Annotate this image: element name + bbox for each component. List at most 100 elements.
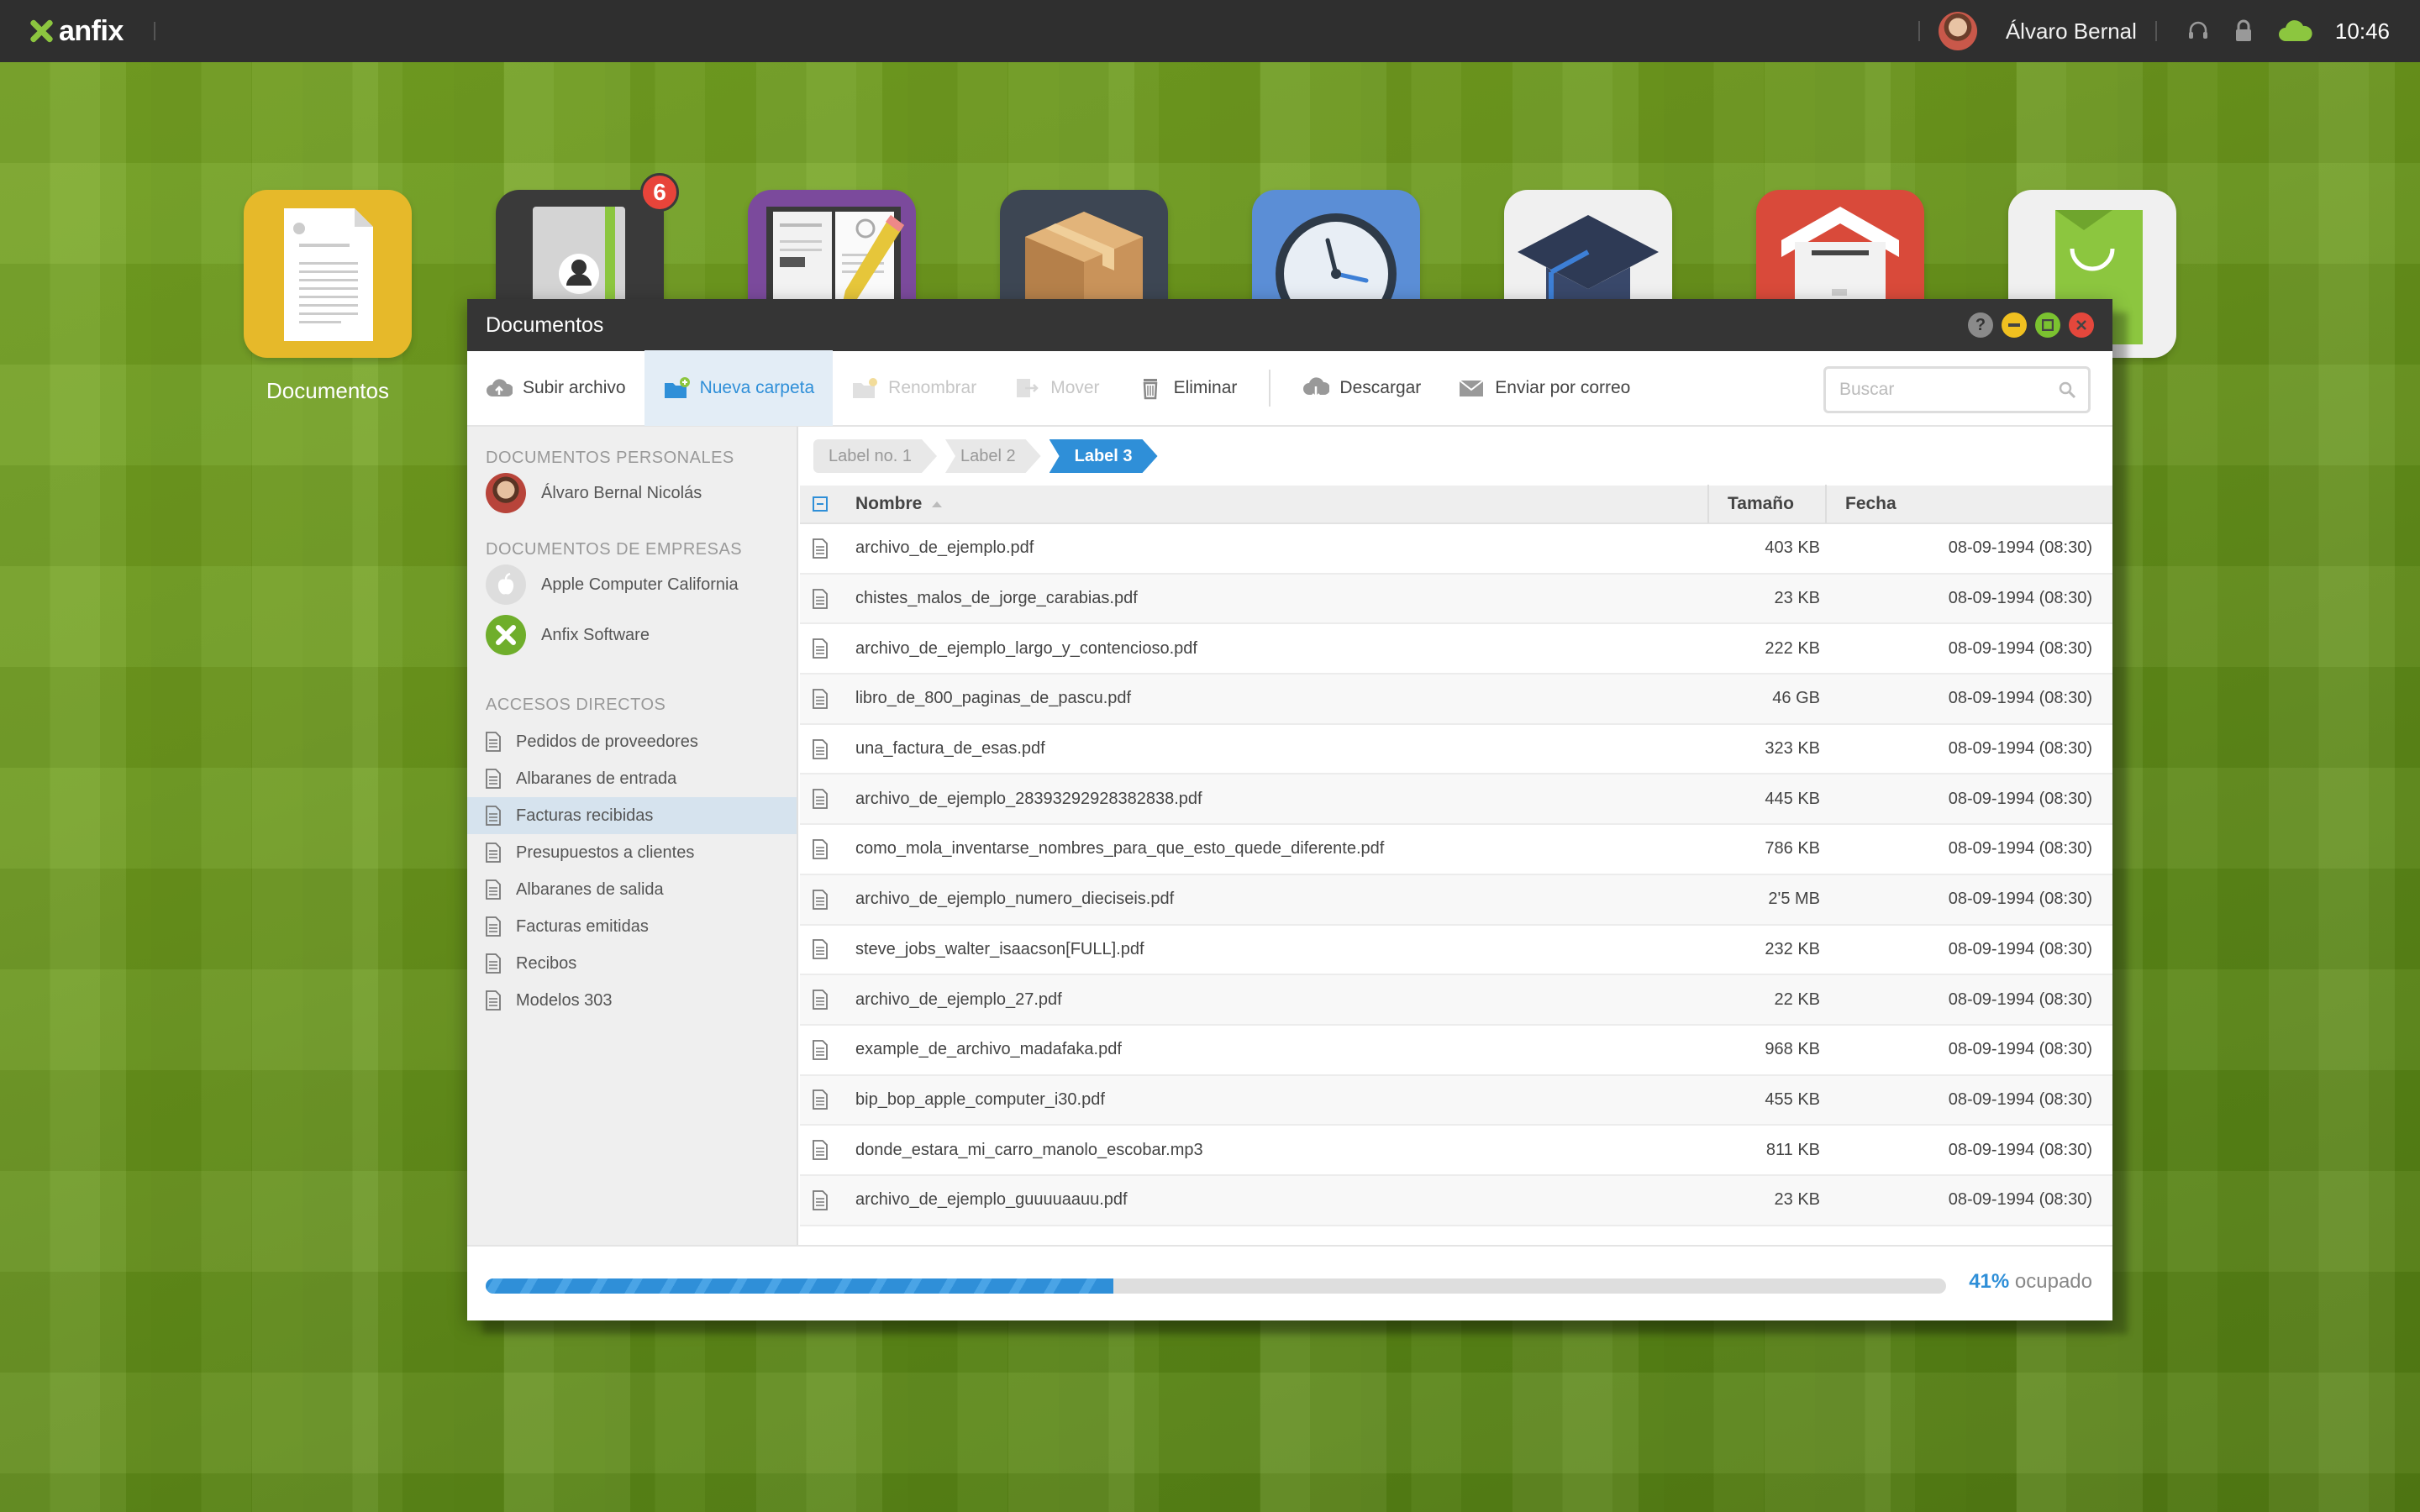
sidebar-item-apple[interactable]: Apple Computer California [467, 559, 797, 610]
help-button[interactable]: ? [1968, 312, 1993, 338]
table-row[interactable]: example_de_archivo_madafaka.pdf 968 KB 08-… [800, 1026, 2112, 1076]
document-icon [486, 806, 501, 826]
file-name[interactable]: archivo_de_ejemplo.pdf [840, 538, 1709, 558]
row-icon [800, 1140, 840, 1160]
row-icon [800, 638, 840, 659]
rename-button[interactable]: Renombrar [833, 350, 995, 426]
row-icon [800, 990, 840, 1010]
file-icon [813, 990, 828, 1010]
sidebar-item-personal-user[interactable]: Álvaro Bernal Nicolás [467, 468, 797, 518]
window-titlebar[interactable]: Documentos ? [467, 299, 2112, 351]
sidebar-item-shortcut[interactable]: Facturas emitidas [467, 908, 797, 945]
anfix-logo[interactable]: anfix [29, 15, 124, 48]
file-date: 08-09-1994 (08:30) [1948, 1040, 2092, 1059]
table-row[interactable]: libro_de_800_paginas_de_pascu.pdf 46 GB 08… [800, 675, 2112, 725]
file-name[interactable]: como_mola_inventarse_nombres_para_que_es… [840, 839, 1709, 858]
new-folder-button[interactable]: Nueva carpeta [644, 350, 834, 426]
breadcrumb-item[interactable]: Label 2 [945, 439, 1041, 473]
sidebar-item-shortcut[interactable]: Albaranes de entrada [467, 760, 797, 797]
sidebar-item-shortcut[interactable]: Pedidos de proveedores [467, 723, 797, 760]
column-header-label: Fecha [1845, 494, 1897, 513]
close-button[interactable] [2069, 312, 2094, 338]
download-label: Descargar [1339, 378, 1422, 397]
sidebar-item-label: Recibos [516, 953, 577, 973]
file-name[interactable]: example_de_archivo_madafaka.pdf [840, 1040, 1709, 1059]
cloud-icon[interactable] [2276, 18, 2315, 44]
storage-progress-fill [486, 1278, 1114, 1294]
select-all-checkbox[interactable] [800, 496, 840, 512]
sidebar-item-shortcut[interactable]: Facturas recibidas [467, 797, 797, 834]
sidebar-item-label: Álvaro Bernal Nicolás [541, 483, 702, 502]
table-row[interactable]: bip_bop_apple_computer_i30.pdf 455 KB 08-0… [800, 1075, 2112, 1126]
file-name[interactable]: archivo_de_ejemplo_27.pdf [840, 990, 1709, 1010]
move-label: Mover [1050, 378, 1100, 397]
sidebar-item-anfix[interactable]: Anfix Software [467, 610, 797, 660]
file-name[interactable]: archivo_de_ejemplo_largo_y_contencioso.p… [840, 639, 1709, 659]
anfix-logo-icon [486, 615, 526, 655]
maximize-button[interactable] [2035, 312, 2060, 338]
company-docs-heading: DOCUMENTOS DE EMPRESAS [486, 540, 743, 559]
file-name[interactable]: chistes_malos_de_jorge_carabias.pdf [840, 589, 1709, 608]
file-name[interactable]: archivo_de_ejemplo_numero_dieciseis.pdf [840, 890, 1709, 909]
table-row[interactable]: archivo_de_ejemplo_27.pdf 22 KB 08-09-1994… [800, 975, 2112, 1026]
file-size: 46 GB [1772, 689, 1820, 708]
clock-time: 10:46 [2334, 18, 2390, 44]
table-row[interactable]: archivo_de_ejemplo_guuuuaauu.pdf 23 KB 08-… [800, 1175, 2112, 1226]
topbar-divider [153, 22, 155, 40]
sidebar-item-shortcut[interactable]: Albaranes de salida [467, 871, 797, 908]
sidebar-item-shortcut[interactable]: Presupuestos a clientes [467, 834, 797, 871]
column-header-name[interactable]: Nombre [840, 485, 1709, 523]
file-name[interactable]: archivo_de_ejemplo_guuuuaauu.pdf [840, 1190, 1709, 1210]
table-row[interactable]: una_factura_de_esas.pdf 323 KB 08-09-1994 … [800, 725, 2112, 775]
move-button[interactable]: Mover [995, 350, 1118, 426]
document-icon [486, 843, 501, 863]
breadcrumb-item[interactable]: Label no. 1 [813, 439, 937, 473]
table-row[interactable]: archivo_de_ejemplo_28393292928382838.pdf… [800, 774, 2112, 826]
file-icon [813, 1089, 828, 1110]
row-icon [800, 1039, 840, 1060]
table-row[interactable]: archivo_de_ejemplo_largo_y_contencioso.p… [800, 624, 2112, 675]
file-date: 08-09-1994 (08:30) [1948, 839, 2092, 858]
search-input[interactable]: Buscar [1823, 366, 2091, 413]
table-row[interactable]: archivo_de_ejemplo_numero_dieciseis.pdf 2… [800, 874, 2112, 926]
headset-icon[interactable] [2186, 18, 2211, 44]
file-name[interactable]: donde_estara_mi_carro_manolo_escobar.mp3 [840, 1141, 1709, 1160]
table-row[interactable]: como_mola_inventarse_nombres_para_que_es… [800, 825, 2112, 875]
sidebar-item-label: Anfix Software [541, 625, 650, 644]
new-folder-label: Nueva carpeta [699, 378, 815, 397]
file-size: 323 KB [1765, 739, 1820, 759]
file-date: 08-09-1994 (08:30) [1948, 1089, 2092, 1109]
file-name[interactable]: steve_jobs_walter_isaacson[FULL].pdf [840, 940, 1709, 959]
download-button[interactable]: Descargar [1284, 350, 1439, 426]
lock-icon[interactable] [2231, 18, 2256, 44]
upload-button[interactable]: Subir archivo [467, 350, 644, 426]
delete-button[interactable]: Eliminar [1118, 350, 1256, 426]
table-row[interactable]: chistes_malos_de_jorge_carabias.pdf 23 KB… [800, 574, 2112, 625]
app-documentos[interactable] [244, 190, 412, 358]
file-name[interactable]: archivo_de_ejemplo_28393292928382838.pdf [840, 790, 1709, 809]
file-icon [813, 538, 828, 559]
app-label-documentos[interactable]: Documentos [227, 378, 429, 404]
table-row[interactable]: donde_estara_mi_carro_manolo_escobar.mp3… [800, 1126, 2112, 1176]
breadcrumb-item-current[interactable]: Label 3 [1050, 439, 1158, 473]
sidebar-item-shortcut[interactable]: Recibos [467, 945, 797, 982]
sidebar-item-shortcut[interactable]: Modelos 303 [467, 982, 797, 1019]
document-icon [486, 732, 501, 752]
row-icon [800, 1089, 840, 1110]
search-placeholder: Buscar [1839, 380, 1895, 399]
file-name[interactable]: una_factura_de_esas.pdf [840, 739, 1709, 759]
user-avatar[interactable] [1938, 12, 1977, 50]
minimize-button[interactable] [2002, 312, 2027, 338]
file-name[interactable]: libro_de_800_paginas_de_pascu.pdf [840, 689, 1709, 708]
file-size: 786 KB [1765, 839, 1820, 858]
send-mail-button[interactable]: Enviar por correo [1439, 350, 1649, 426]
table-row[interactable]: archivo_de_ejemplo.pdf 403 KB 08-09-1994 (… [800, 524, 2112, 575]
column-header-size[interactable]: Tamaño [1709, 485, 1827, 523]
file-icon [813, 689, 828, 709]
file-name[interactable]: bip_bop_apple_computer_i30.pdf [840, 1090, 1709, 1110]
search-icon [2059, 381, 2076, 399]
column-header-date[interactable]: Fecha [1827, 485, 2112, 523]
file-browser: Label no. 1 Label 2 Label 3 Nombre Tamañ… [800, 427, 2112, 1245]
table-row[interactable]: steve_jobs_walter_isaacson[FULL].pdf 232 … [800, 926, 2112, 976]
user-name[interactable]: Álvaro Bernal [2006, 18, 2137, 45]
